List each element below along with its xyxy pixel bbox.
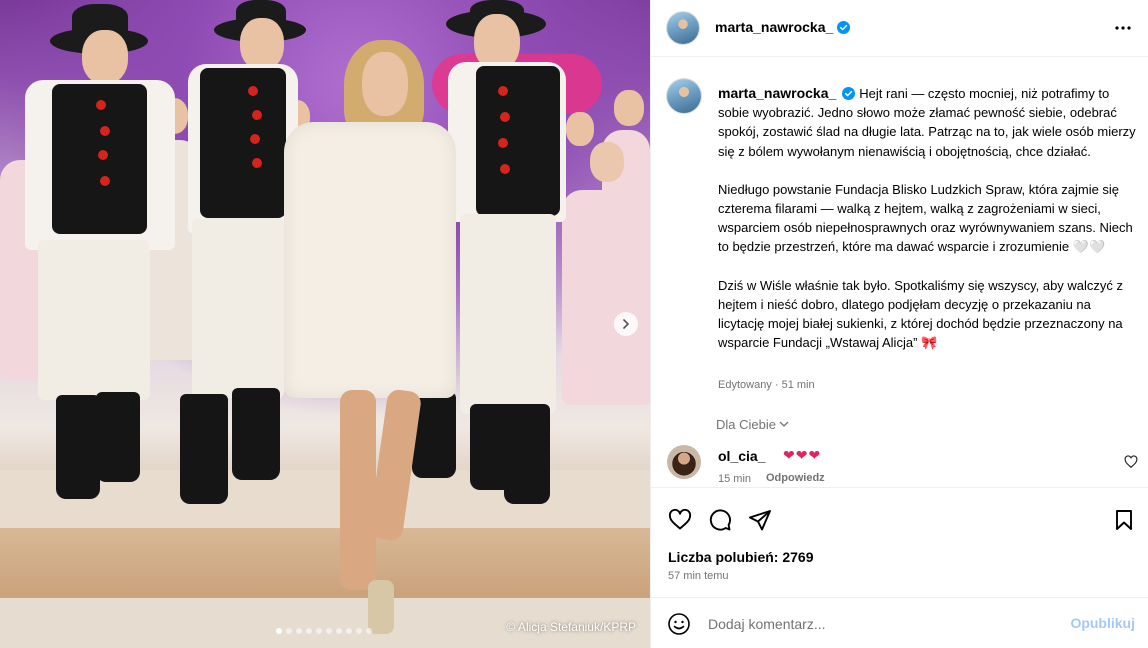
instagram-post-view: © Alicja Stefaniuk/KPRP marta_nawrocka_ …	[0, 0, 1148, 648]
commenter-avatar[interactable]	[667, 445, 701, 479]
author-avatar[interactable]	[667, 12, 699, 44]
commenter-username[interactable]: ol_cia_	[718, 448, 765, 464]
edited-timestamp: Edytowany · 51 min	[718, 379, 815, 391]
verified-badge-icon	[842, 87, 856, 100]
photo-credit: © Alicja Stefaniuk/KPRP	[506, 620, 636, 634]
post-comments-area: marta_nawrocka_ Hejt rani — często mocnie…	[651, 57, 1148, 487]
post-photo[interactable]: © Alicja Stefaniuk/KPRP	[0, 0, 650, 648]
more-options-button[interactable]	[1113, 20, 1133, 36]
more-options-icon	[1115, 26, 1131, 30]
carousel-dot	[276, 628, 282, 634]
carousel-dot	[336, 628, 342, 634]
caption-paragraph-2: Niedługo powstanie Fundacja Blisko Ludzk…	[718, 181, 1133, 255]
caption-author-avatar[interactable]	[667, 79, 701, 113]
carousel-dot	[366, 628, 372, 634]
carousel-indicator	[276, 628, 372, 634]
verified-badge-icon	[837, 21, 851, 34]
like-button[interactable]	[667, 508, 693, 534]
carousel-dot	[306, 628, 312, 634]
author-username[interactable]: marta_nawrocka_	[715, 19, 833, 35]
chevron-down-icon	[779, 421, 789, 427]
likes-count[interactable]: Liczba polubień: 2769	[668, 549, 813, 565]
comment-like-button[interactable]	[1124, 455, 1138, 469]
carousel-dot	[326, 628, 332, 634]
emoji-button[interactable]	[667, 612, 691, 636]
reply-button[interactable]: Odpowiedz	[766, 472, 825, 484]
heart-icon	[668, 508, 692, 530]
for-you-label: Dla Ciebie	[716, 417, 776, 432]
carousel-dot	[296, 628, 302, 634]
for-you-dropdown[interactable]: Dla Ciebie	[716, 417, 789, 432]
post-header: marta_nawrocka_	[651, 0, 1148, 57]
caption-username[interactable]: marta_nawrocka_	[718, 85, 836, 101]
paper-plane-icon	[749, 510, 771, 531]
carousel-dot	[286, 628, 292, 634]
carousel-next-button[interactable]	[614, 312, 638, 336]
comment-bubble-icon	[709, 509, 731, 531]
comment-text: ❤❤❤	[783, 447, 822, 463]
publish-button[interactable]: Opublikuj	[1070, 615, 1135, 631]
chevron-right-icon	[623, 319, 630, 329]
emoji-icon	[668, 613, 690, 635]
caption-text: marta_nawrocka_ Hejt rani — często mocnie…	[718, 84, 1138, 371]
heart-icon	[1124, 455, 1138, 469]
share-button[interactable]	[747, 508, 773, 534]
add-comment-bar: Opublikuj	[651, 597, 1148, 648]
comment-time: 15 min	[718, 473, 752, 485]
comment-button[interactable]	[707, 508, 733, 534]
caption-paragraph-3: Dziś w Wiśle właśnie tak było. Spotkaliś…	[718, 277, 1124, 351]
carousel-dot	[346, 628, 352, 634]
carousel-dot	[356, 628, 362, 634]
post-details-panel: marta_nawrocka_ marta_nawrocka_ Hejt rani…	[650, 0, 1148, 648]
comment-input[interactable]	[708, 612, 1058, 636]
posted-time[interactable]: 57 min temu	[668, 570, 729, 582]
post-actions: Liczba polubień: 2769 57 min temu	[651, 487, 1148, 597]
carousel-dot	[316, 628, 322, 634]
bookmark-icon	[1116, 510, 1132, 530]
save-button[interactable]	[1111, 508, 1137, 534]
author-username-row[interactable]: marta_nawrocka_	[715, 19, 851, 35]
